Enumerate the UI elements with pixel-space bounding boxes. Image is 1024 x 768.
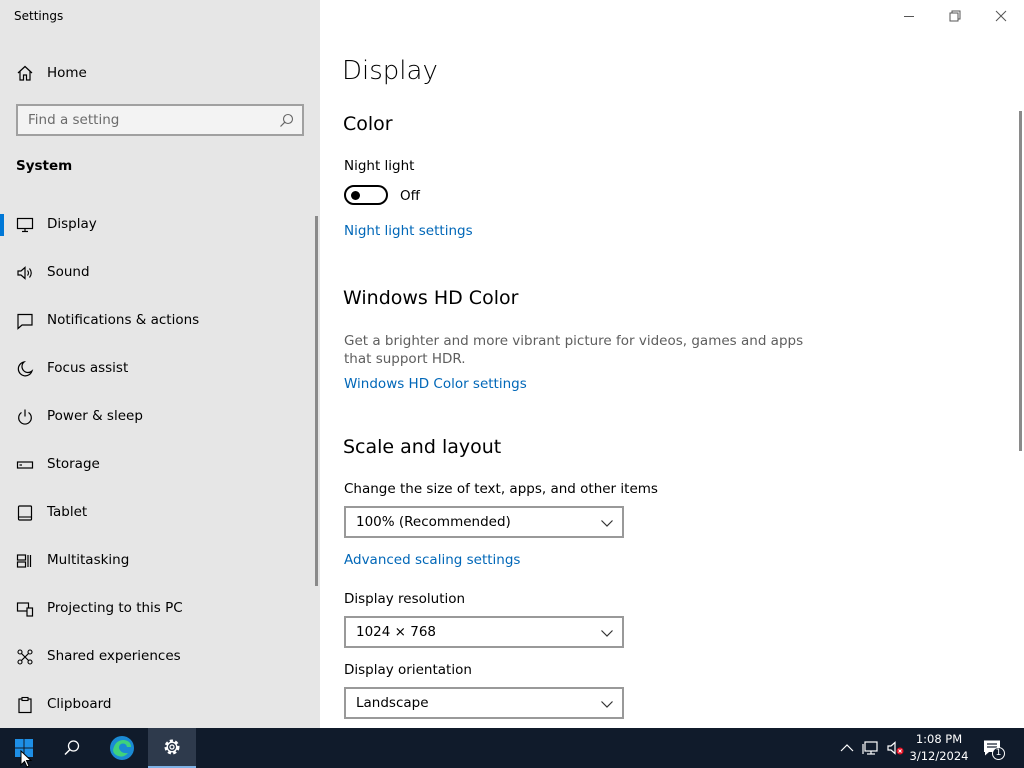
- sidebar-item-projecting[interactable]: Projecting to this PC: [0, 589, 316, 629]
- scale-size-label: Change the size of text, apps, and other…: [344, 481, 658, 497]
- message-icon: [17, 313, 33, 330]
- taskbar-edge-button[interactable]: [98, 728, 146, 768]
- mouse-cursor-icon: [20, 750, 33, 768]
- sidebar: Settings Home Find a setting System Disp…: [0, 0, 320, 728]
- sidebar-item-clipboard[interactable]: Clipboard: [0, 685, 316, 725]
- hd-color-settings-link[interactable]: Windows HD Color settings: [344, 376, 527, 392]
- resolution-dropdown-value: 1024 × 768: [356, 624, 437, 640]
- scale-dropdown[interactable]: 100% (Recommended): [344, 506, 624, 538]
- search-icon[interactable]: [279, 113, 294, 128]
- taskbar-settings-button[interactable]: [148, 728, 196, 768]
- section-heading-color: Color: [343, 113, 393, 135]
- toggle-knob: [351, 191, 360, 200]
- sidebar-item-display[interactable]: Display: [0, 205, 316, 245]
- volume-muted-icon[interactable]: [886, 738, 906, 758]
- sidebar-item-label: Multitasking: [47, 552, 130, 568]
- sidebar-item-label: Power & sleep: [47, 408, 143, 424]
- sidebar-item-label: Tablet: [47, 504, 88, 520]
- sidebar-item-label: Clipboard: [47, 696, 112, 712]
- chevron-up-icon[interactable]: [837, 738, 857, 758]
- projecting-icon: [16, 602, 34, 617]
- gear-icon: [164, 739, 180, 755]
- multitasking-icon: [16, 554, 32, 568]
- sidebar-home[interactable]: Home: [0, 58, 320, 88]
- night-light-settings-link[interactable]: Night light settings: [344, 223, 473, 239]
- notification-count-badge: 1: [992, 747, 1005, 760]
- main-scrollbar[interactable]: [1019, 111, 1022, 451]
- minimize-button[interactable]: [886, 0, 932, 32]
- night-light-state: Off: [400, 188, 420, 204]
- hd-color-description: Get a brighter and more vibrant picture …: [344, 333, 804, 367]
- orientation-dropdown-value: Landscape: [356, 695, 429, 711]
- search-icon: [64, 740, 80, 756]
- sidebar-item-multitasking[interactable]: Multitasking: [0, 541, 316, 581]
- sidebar-item-storage[interactable]: Storage: [0, 445, 316, 485]
- monitor-icon: [16, 217, 34, 233]
- clock-date: 3/12/2024: [909, 749, 969, 763]
- restore-icon: [949, 10, 961, 22]
- resolution-label: Display resolution: [344, 591, 466, 607]
- edge-browser-icon: [110, 736, 134, 760]
- clipboard-icon: [18, 696, 32, 714]
- power-icon: [18, 409, 32, 425]
- section-title-system: System: [16, 158, 73, 174]
- clock-time: 1:08 PM: [915, 732, 963, 746]
- section-heading-hd-color: Windows HD Color: [343, 287, 519, 309]
- sidebar-item-focus-assist[interactable]: Focus assist: [0, 349, 316, 389]
- taskbar-clock[interactable]: 1:08 PM 3/12/2024: [904, 731, 974, 765]
- home-icon: [17, 65, 33, 81]
- search-input[interactable]: Find a setting: [16, 104, 304, 136]
- orientation-dropdown[interactable]: Landscape: [344, 687, 624, 719]
- sidebar-item-label: Sound: [47, 264, 90, 280]
- speaker-icon: [17, 266, 32, 280]
- chevron-down-icon: [601, 701, 613, 708]
- sidebar-item-notifications[interactable]: Notifications & actions: [0, 301, 316, 341]
- section-heading-scale-layout: Scale and layout: [343, 436, 502, 458]
- scale-dropdown-value: 100% (Recommended): [356, 514, 511, 530]
- sidebar-item-label: Display: [47, 216, 97, 232]
- sidebar-item-sound[interactable]: Sound: [0, 253, 316, 293]
- window-title: Settings: [14, 9, 64, 23]
- minimize-icon: [904, 16, 914, 17]
- taskbar: 1:08 PM 3/12/2024 1: [0, 728, 1024, 768]
- sidebar-home-label: Home: [47, 65, 87, 81]
- close-icon: [995, 10, 1007, 22]
- sidebar-item-power-sleep[interactable]: Power & sleep: [0, 397, 316, 437]
- page-title: Display: [342, 56, 438, 86]
- taskbar-search-button[interactable]: [48, 728, 96, 768]
- action-center-button[interactable]: 1: [982, 738, 1006, 760]
- search-placeholder: Find a setting: [28, 112, 120, 128]
- advanced-scaling-link[interactable]: Advanced scaling settings: [344, 552, 520, 568]
- sidebar-item-label: Focus assist: [47, 360, 129, 376]
- tablet-icon: [17, 505, 33, 521]
- close-button[interactable]: [978, 0, 1024, 32]
- storage-icon: [16, 461, 34, 469]
- resolution-dropdown[interactable]: 1024 × 768: [344, 616, 624, 648]
- sidebar-item-label: Storage: [47, 456, 100, 472]
- night-light-toggle[interactable]: [344, 185, 388, 205]
- sidebar-item-shared-experiences[interactable]: Shared experiences: [0, 637, 316, 677]
- sidebar-item-tablet[interactable]: Tablet: [0, 493, 316, 533]
- main-content: Display Color Night light Off Night ligh…: [320, 0, 1024, 728]
- network-icon[interactable]: [862, 738, 882, 758]
- share-icon: [17, 649, 33, 665]
- moon-icon: [17, 360, 34, 377]
- sidebar-item-label: Shared experiences: [47, 648, 181, 664]
- chevron-down-icon: [601, 630, 613, 637]
- sidebar-item-label: Notifications & actions: [47, 312, 200, 328]
- restore-button[interactable]: [932, 0, 978, 32]
- window-controls: [886, 0, 1024, 32]
- orientation-label: Display orientation: [344, 662, 472, 678]
- sidebar-item-label: Projecting to this PC: [47, 600, 183, 616]
- sidebar-scrollbar[interactable]: [315, 216, 318, 586]
- chevron-down-icon: [601, 520, 613, 527]
- night-light-label: Night light: [344, 158, 415, 174]
